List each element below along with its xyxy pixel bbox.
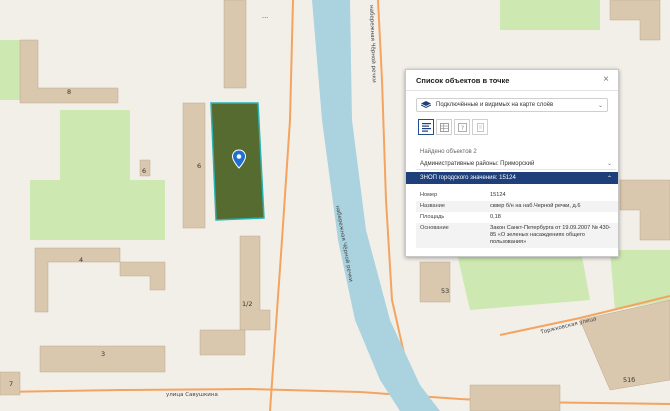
close-icon[interactable]: × <box>603 75 609 85</box>
property-value: 0,18 <box>490 214 501 220</box>
house-number: 4 <box>79 256 84 264</box>
property-value: сквер б/н на наб.Черной речки, д.6 <box>490 203 581 209</box>
property-row: Основание Закон Санкт-Петербурга от 19.0… <box>416 223 618 248</box>
question-icon: ? <box>457 122 467 132</box>
document-button[interactable] <box>472 119 488 135</box>
chevron-up-icon: ⌃ <box>606 175 612 182</box>
street-label: улица Савушкина <box>166 392 218 398</box>
property-row: Название сквер б/н на наб.Черной речки, … <box>416 201 618 212</box>
house-number: 1/2 <box>242 300 253 308</box>
chevron-down-icon: ⌄ <box>597 102 603 109</box>
table-icon <box>439 122 449 132</box>
property-row: Номер 15124 <box>416 190 618 201</box>
house-number: ... <box>262 12 269 20</box>
result-label: ЗНОП городского значения: 15124 <box>420 175 516 181</box>
location-pin-icon[interactable] <box>231 149 247 169</box>
help-button[interactable]: ? <box>454 119 470 135</box>
property-row: Площадь 0,18 <box>416 212 618 223</box>
property-key: Название <box>420 203 445 209</box>
house-number: 53 <box>441 287 450 295</box>
property-value: 15124 <box>490 192 506 198</box>
layer-filter-value: Подключённые и видимых на карте слоёв <box>436 102 554 108</box>
property-value: Закон Санкт-Петербурга от 19.09.2007 № 4… <box>490 225 611 245</box>
layer-filter-select[interactable]: Подключённые и видимых на карте слоёв ⌄ <box>416 98 608 112</box>
house-number: 3 <box>101 350 106 358</box>
svg-text:?: ? <box>460 124 463 132</box>
property-key: Основание <box>420 225 449 231</box>
property-key: Площадь <box>420 214 445 220</box>
found-count: Найдено объектов 2 <box>420 149 477 155</box>
table-view-button[interactable] <box>436 119 452 135</box>
panel-title: Список объектов в точке <box>416 75 510 85</box>
house-number: 7 <box>9 380 14 388</box>
panel-header: Список объектов в точке × <box>406 70 618 91</box>
house-number: 51б <box>623 376 636 384</box>
chevron-down-icon: ⌄ <box>606 161 612 167</box>
result-label: Административные районы: Приморский <box>420 160 535 167</box>
list-view-button[interactable] <box>418 119 434 135</box>
document-icon <box>476 122 484 132</box>
result-row-znop[interactable]: ЗНОП городского значения: 15124 ⌃ <box>406 172 618 184</box>
properties-table: Номер 15124 Название сквер б/н на наб.Че… <box>416 190 618 248</box>
result-row-admin-districts[interactable]: Административные районы: Приморский ⌄ <box>416 158 616 170</box>
property-key: Номер <box>420 192 438 198</box>
house-number: 6 <box>142 167 147 175</box>
view-mode-toolbar: ? <box>418 119 490 135</box>
objects-at-point-panel: Список объектов в точке × Подключённые и… <box>405 69 619 257</box>
list-detail-icon <box>421 122 431 132</box>
house-number: 8 <box>67 88 72 96</box>
house-number: 6 <box>197 162 202 170</box>
layers-icon <box>421 101 431 109</box>
